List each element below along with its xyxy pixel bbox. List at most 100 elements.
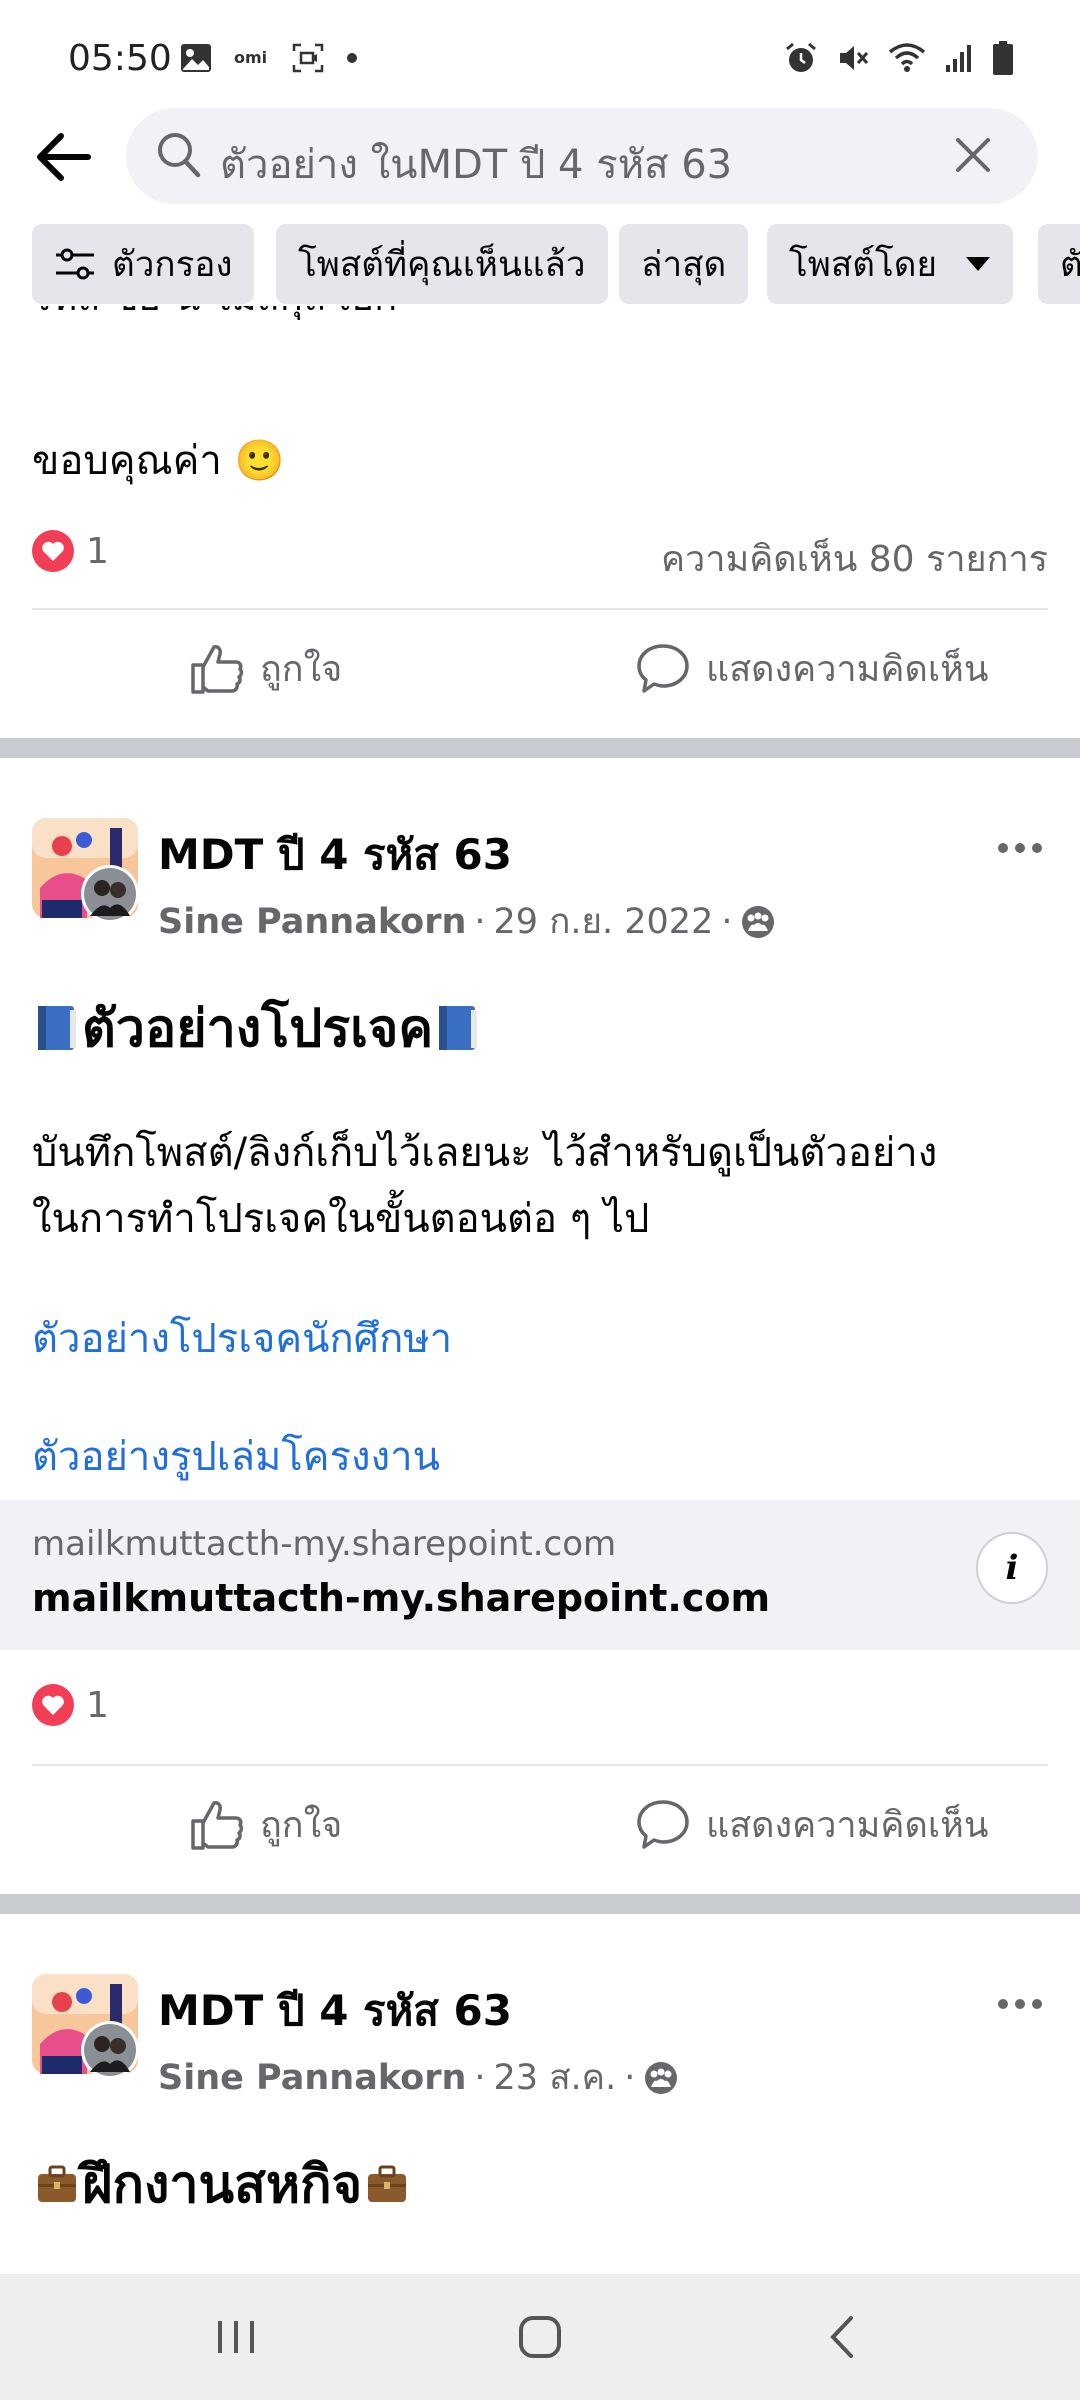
author-name[interactable]: Sine Pannakorn [158, 902, 466, 942]
signal-icon [946, 45, 971, 72]
like-label: ถูกใจ [260, 1805, 343, 1846]
group-avatar[interactable] [32, 818, 139, 924]
comment-bubble-icon [637, 643, 689, 693]
post-body-line: ในการทำโปรเจคในขั้นตอนต่อ ๆ ไป [32, 1196, 650, 1242]
divider [32, 608, 1048, 610]
divider [32, 1764, 1048, 1766]
alarm-icon [786, 42, 816, 72]
post-meta: Sine Pannakorn · 29 ก.ย. 2022 · [158, 894, 776, 949]
more-options-button[interactable] [990, 828, 1050, 868]
author-name[interactable]: Sine Pannakorn [158, 2058, 466, 2098]
link-preview-domain: mailkmuttacth-my.sharepoint.com [32, 1524, 617, 1564]
post-date[interactable]: 29 ก.ย. 2022 [494, 894, 714, 949]
post-title-text: ฝึกงานสหกิจ [82, 2155, 363, 2215]
thumbs-up-icon [191, 1800, 244, 1850]
post-separator [0, 738, 1080, 758]
info-icon: i [1005, 1548, 1019, 1588]
post-header: MDT ปี 4 รหัส 63 Sine Pannakorn · 29 ก.ย… [0, 818, 1080, 942]
filter-chip-label: ตัวกรอง [112, 244, 233, 285]
more-options-button[interactable] [990, 1984, 1050, 2024]
post-header: MDT ปี 4 รหัส 63 Sine Pannakorn · 23 ส.ค… [0, 1974, 1080, 2098]
close-icon[interactable] [952, 134, 994, 176]
post-text-partial: รหัส ชีย-น ไม่สกุล เอก [32, 306, 397, 327]
search-input[interactable]: ตัวอย่าง ในMDT ปี 4 รหัส 63 [126, 108, 1038, 204]
search-icon [158, 133, 201, 178]
post-title: ฝึกงานสหกิจ [32, 2142, 412, 2225]
screen-record-icon [292, 43, 324, 73]
group-avatar[interactable] [32, 1974, 139, 2080]
comment-button[interactable]: แสดงความคิดเห็น [636, 640, 988, 697]
filter-chip-label: ล่าสุด [641, 244, 727, 285]
chevron-left-icon [830, 2316, 853, 2358]
search-results-feed: รหัส ชีย-น ไม่สกุล เอก ขอบคุณค่า 🙂 1 ควา… [0, 306, 1080, 2274]
post-link-report-examples[interactable]: ตัวอย่างรูปเล่มโครงงาน [32, 1424, 440, 1488]
group-name[interactable]: MDT ปี 4 รหัส 63 [158, 1978, 512, 2044]
post-text: ขอบคุณค่า 🙂 [32, 438, 285, 484]
blue-book-icon [439, 1005, 478, 1050]
svg-text:omi: omi [234, 48, 267, 67]
mute-icon [840, 46, 869, 70]
filter-chip-label: โพสต์โดย [789, 244, 937, 285]
more-dots-icon [998, 1999, 1008, 2009]
reaction-summary[interactable]: 1 [32, 530, 109, 572]
post-meta: Sine Pannakorn · 23 ส.ค. · [158, 2050, 679, 2105]
filter-chip-label: ตั [1060, 244, 1080, 285]
heart-reaction-icon [32, 530, 74, 572]
user-avatar [81, 2021, 139, 2079]
recent-apps-icon [218, 2321, 254, 2353]
group-privacy-icon [645, 2061, 678, 2094]
post-separator [0, 1894, 1080, 1914]
thumbs-up-icon [191, 644, 244, 694]
info-button[interactable]: i [976, 1532, 1048, 1604]
image-icon [181, 44, 211, 72]
link-preview-title: mailkmuttacth-my.sharepoint.com [32, 1576, 771, 1620]
reaction-summary[interactable]: 1 [32, 1684, 109, 1726]
post-body: บันทึกโพสต์/ลิงก์เก็บไว้เลยนะ ไว้สำหรับด… [32, 1120, 937, 1252]
filter-chip-filters[interactable]: ตัวกรอง [32, 224, 255, 304]
filter-sliders-icon [56, 248, 94, 280]
filter-chip-posted-by[interactable]: โพสต์โดย [767, 224, 1013, 304]
briefcase-icon [38, 2165, 76, 2202]
filter-chip-more[interactable]: ตั [1038, 224, 1080, 304]
search-header: ตัวอย่าง ในMDT ปี 4 รหัส 63 [0, 100, 1080, 212]
omi-icon: omi [234, 48, 267, 67]
comment-button[interactable]: แสดงความคิดเห็น [636, 1796, 988, 1853]
system-navigation-bar [0, 2274, 1080, 2400]
comment-label: แสดงความคิดเห็น [706, 1805, 989, 1846]
wifi-icon [888, 43, 926, 72]
battery-icon [993, 41, 1013, 75]
post-title-text: ตัวอย่างโปรเจค [82, 999, 434, 1059]
post-body-line: บันทึกโพสต์/ลิงก์เก็บไว้เลยนะ ไว้สำหรับด… [32, 1130, 938, 1176]
like-button[interactable]: ถูกใจ [190, 640, 342, 697]
link-preview-card[interactable]: mailkmuttacth-my.sharepoint.com mailkmut… [0, 1500, 1080, 1650]
search-query[interactable]: ตัวอย่าง ในMDT ปี 4 รหัส 63 [220, 132, 732, 196]
comments-count[interactable]: ความคิดเห็น 80 รายการ [661, 530, 1048, 587]
home-button[interactable] [500, 2304, 580, 2370]
blue-book-icon [38, 1005, 76, 1050]
back-arrow-icon [37, 133, 91, 181]
caret-down-icon [966, 257, 990, 271]
filter-bar: ตัวกรอง โพสต์ที่คุณเห็นแล้ว ล่าสุด โพสต์… [0, 224, 1080, 306]
filter-chip-label: โพสต์ที่คุณเห็นแล้ว [298, 244, 586, 285]
back-button[interactable] [30, 124, 96, 190]
system-back-button[interactable] [802, 2304, 882, 2370]
filter-chip-recent[interactable]: ล่าสุด [619, 224, 749, 304]
post-title: ตัวอย่างโปรเจค [32, 986, 483, 1069]
group-privacy-icon [742, 905, 775, 938]
filter-chip-seen-posts[interactable]: โพสต์ที่คุณเห็นแล้ว [276, 224, 608, 304]
post-date[interactable]: 23 ส.ค. [494, 2050, 617, 2105]
like-button[interactable]: ถูกใจ [190, 1796, 342, 1853]
heart-reaction-icon [32, 1684, 74, 1726]
status-bar: 05:50 omi [0, 0, 1080, 110]
post-link-student-projects[interactable]: ตัวอย่างโปรเจคนักศึกษา [32, 1306, 452, 1370]
reaction-count: 1 [86, 530, 109, 572]
group-name[interactable]: MDT ปี 4 รหัส 63 [158, 822, 512, 888]
comment-label: แสดงความคิดเห็น [706, 649, 989, 690]
briefcase-icon [368, 2165, 407, 2202]
dot-icon [347, 53, 357, 63]
recent-apps-button[interactable] [196, 2304, 276, 2370]
home-icon [519, 2316, 561, 2358]
comment-bubble-icon [637, 1799, 689, 1849]
user-avatar [81, 865, 139, 923]
status-time: 05:50 [68, 38, 172, 79]
